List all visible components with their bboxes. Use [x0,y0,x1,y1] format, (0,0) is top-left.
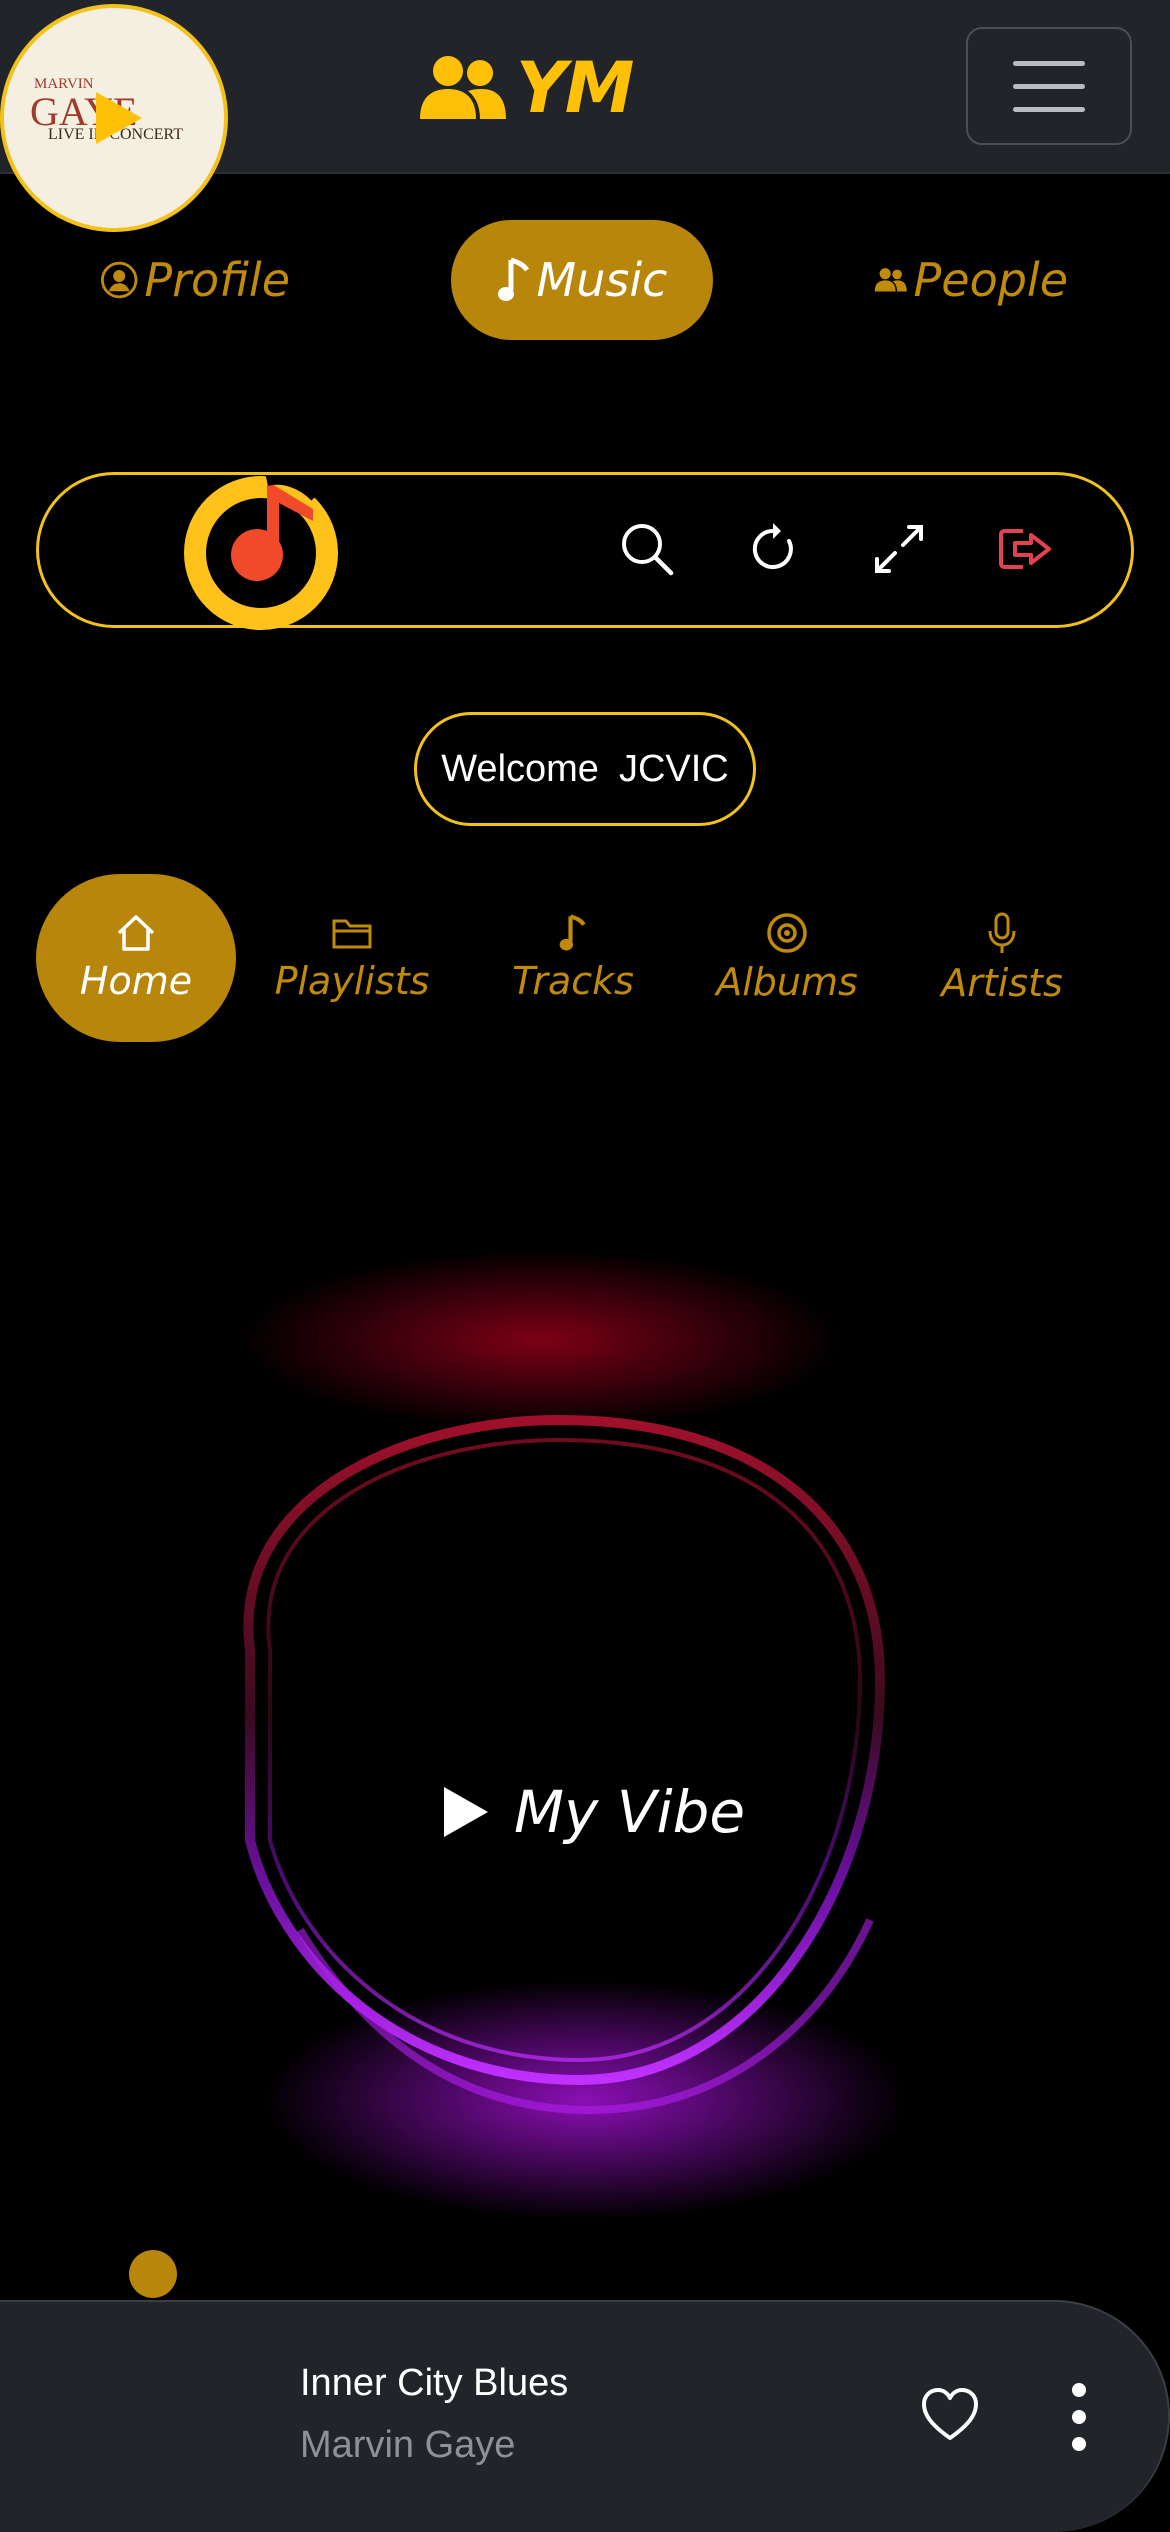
nav-people[interactable]: People [874,220,1068,340]
tab-tracks-label: Tracks [512,959,634,1003]
tab-artists-label: Artists [941,961,1063,1005]
logout-icon[interactable] [995,519,1055,579]
music-note-icon [497,257,529,301]
track-artist: Marvin Gaye [300,2424,516,2466]
hamburger-line [1013,60,1085,66]
welcome-greeting: Welcome [441,747,599,790]
tab-artists[interactable]: Artists [934,874,1070,1042]
fullscreen-icon[interactable] [869,519,929,579]
mini-player [0,2300,1170,2532]
progress-handle[interactable] [129,2250,177,2298]
microphone-icon [988,912,1016,953]
hamburger-line [1013,106,1085,112]
main-nav: Profile Music People [0,220,1170,340]
tab-tracks[interactable]: Tracks [506,874,640,1042]
users-icon [874,268,907,292]
music-toolbar [36,472,1134,630]
nav-people-label: People [913,253,1068,307]
more-options-icon[interactable] [1064,2382,1094,2452]
play-icon [444,1787,488,1837]
play-icon[interactable] [90,88,146,148]
my-vibe-button[interactable]: My Vibe [440,1778,745,1846]
music-app-logo [184,475,338,630]
music-note-icon [559,914,586,951]
user-circle-icon [101,261,138,299]
vibe-visualizer[interactable] [0,1200,1170,2300]
welcome-username: JCVIC [618,747,729,790]
nav-music[interactable]: Music [451,220,713,340]
heart-icon[interactable] [920,2386,980,2446]
folder-icon [332,919,372,949]
album-cover[interactable]: MARVIN GAYE LIVE IN CONCERT [0,4,228,232]
track-title: Inner City Blues [300,2362,569,2404]
welcome-badge: Welcome JCVIC [414,712,756,826]
home-icon [117,915,155,951]
users-icon [420,55,506,119]
menu-toggle-button[interactable] [966,27,1132,145]
tab-home-label: Home [79,959,193,1003]
search-icon[interactable] [617,519,677,579]
tab-playlists-label: Playlists [274,959,430,1003]
brand-logo[interactable]: YM [418,40,634,135]
hamburger-line [1013,83,1085,89]
tab-playlists[interactable]: Playlists [272,874,432,1042]
brand-name: YM [516,46,634,129]
nav-music-label: Music [536,253,668,307]
refresh-icon[interactable] [743,519,803,579]
tab-albums[interactable]: Albums [714,874,860,1042]
tab-albums-label: Albums [716,960,858,1004]
my-vibe-label: My Vibe [514,1778,746,1846]
music-sub-nav: Home Playlists Tracks Albums Artists [0,874,1170,1042]
disc-icon [767,913,807,953]
nav-profile-label: Profile [144,253,290,307]
tab-home[interactable]: Home [36,874,236,1042]
nav-profile[interactable]: Profile [100,220,290,340]
